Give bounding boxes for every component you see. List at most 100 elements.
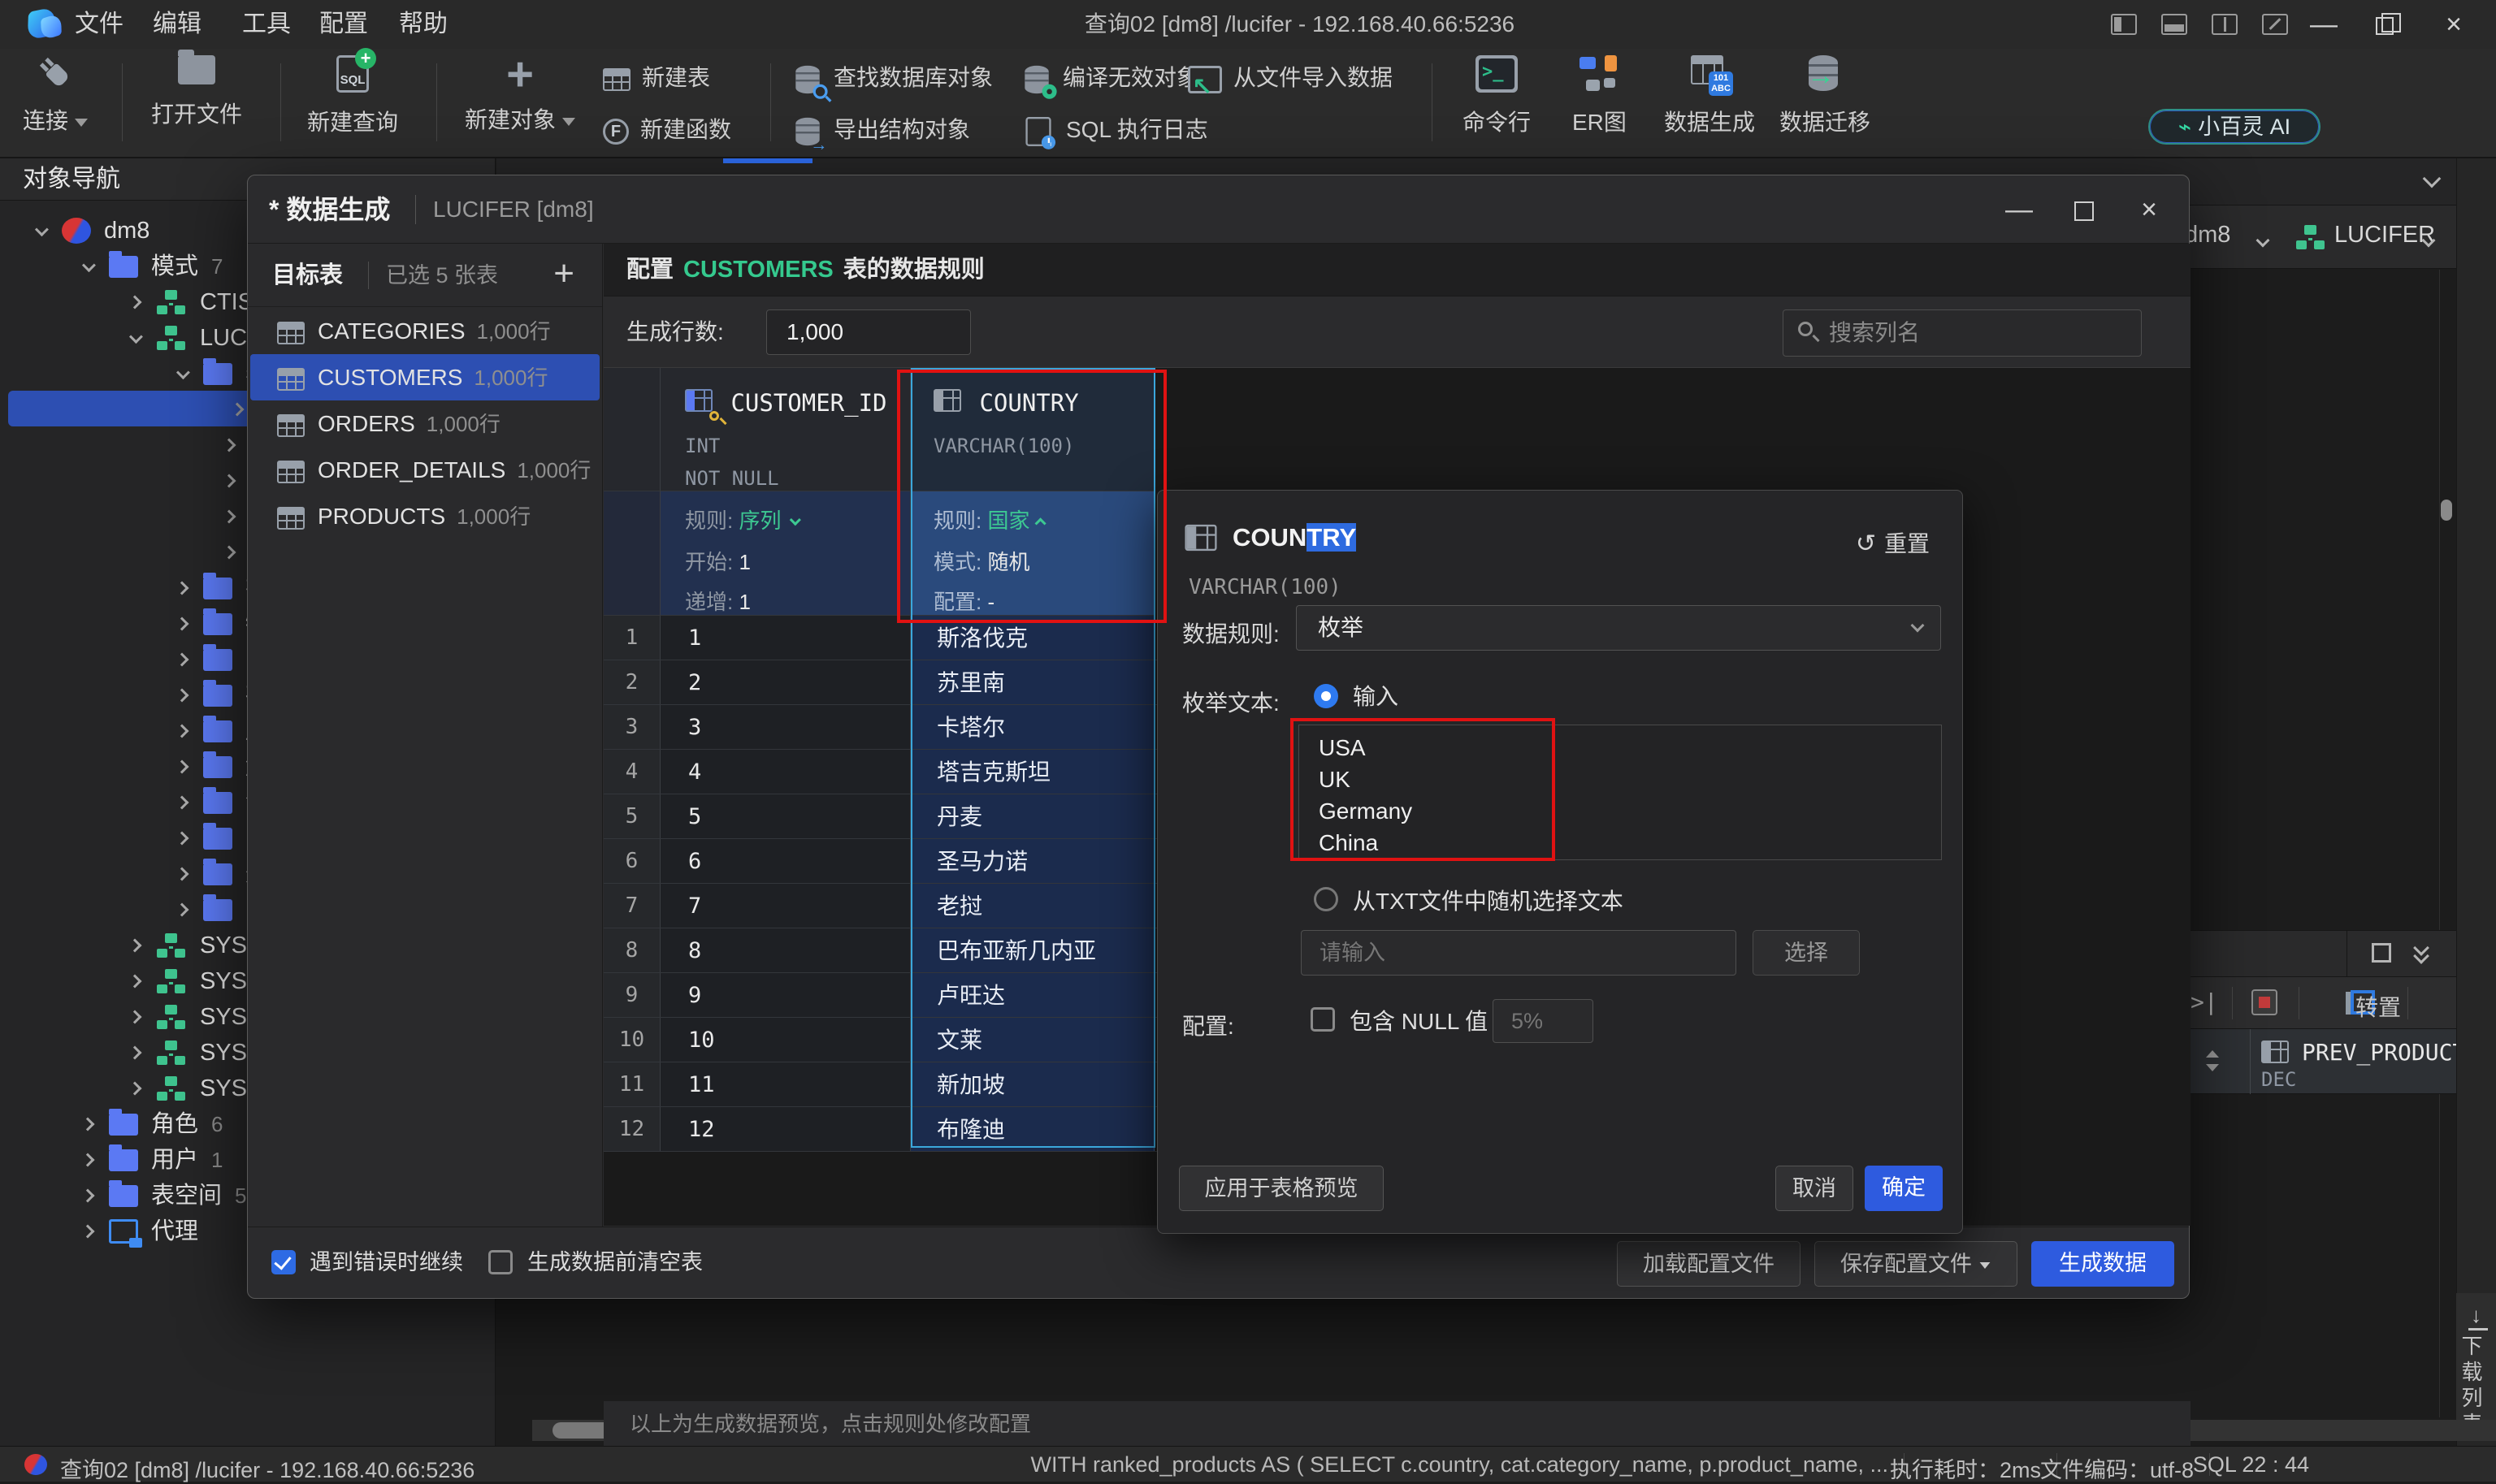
column-header-country[interactable]: COUNTRY VARCHAR(100) (911, 368, 1155, 491)
cell-country[interactable]: 丹麦 (911, 794, 1155, 838)
cell-country[interactable]: 布隆迪 (911, 1107, 1155, 1151)
menu-help[interactable]: 帮助 (392, 0, 454, 49)
menu-edit[interactable]: 编辑 (146, 0, 208, 49)
chevron-right-icon[interactable] (231, 403, 245, 417)
chevron-right-icon[interactable] (128, 975, 142, 989)
target-table-CUSTOMERS[interactable]: CUSTOMERS1,000行 (250, 354, 600, 400)
chevron-right-icon[interactable] (176, 867, 189, 881)
cell-country[interactable]: 文莱 (911, 1018, 1155, 1062)
toggle-split-icon[interactable] (2212, 14, 2238, 35)
cell-country[interactable]: 巴布亚新几内亚 (911, 928, 1155, 972)
chevron-down-icon[interactable] (82, 258, 96, 272)
load-config-button[interactable]: 加载配置文件 (1617, 1241, 1800, 1287)
generate-data-button[interactable]: 生成数据 (2031, 1241, 2174, 1287)
target-table-PRODUCTS[interactable]: PRODUCTS1,000行 (248, 493, 602, 539)
column-header-customer-id[interactable]: CUSTOMER_ID INT NOT NULL (661, 368, 911, 491)
target-table-CATEGORIES[interactable]: CATEGORIES1,000行 (248, 308, 602, 354)
chevron-right-icon[interactable] (128, 1010, 142, 1024)
goto-last-icon[interactable]: >| (2190, 989, 2218, 1015)
include-null-checkbox[interactable] (1311, 1007, 1335, 1032)
cell-customer-id[interactable]: 5 (661, 794, 911, 838)
chevron-right-icon[interactable] (81, 1153, 95, 1167)
cell-country[interactable]: 卡塔尔 (911, 705, 1155, 749)
data-migrate-button[interactable]: → 数据迁移 (1779, 55, 1870, 137)
cell-customer-id[interactable]: 1 (661, 616, 911, 660)
dialog-close-icon[interactable]: × (2123, 175, 2175, 244)
ok-button[interactable]: 确定 (1865, 1166, 1943, 1211)
clear-before-checkbox[interactable] (488, 1250, 513, 1274)
restore-button[interactable] (2360, 0, 2409, 49)
open-file-button[interactable]: 打开文件 (151, 55, 242, 129)
chevron-right-icon[interactable] (81, 1118, 95, 1131)
cell-country[interactable]: 卢旺达 (911, 973, 1155, 1017)
chevron-down-icon[interactable] (35, 223, 49, 236)
target-table-ORDER_DETAILS[interactable]: ORDER_DETAILS1,000行 (248, 447, 602, 493)
tabstrip-overflow-icon[interactable] (2425, 172, 2438, 189)
close-button[interactable]: × (2429, 0, 2478, 49)
chevron-right-icon[interactable] (176, 760, 189, 774)
include-null-label[interactable]: 包含 NULL 值 (1350, 1009, 1488, 1035)
chevron-right-icon[interactable] (223, 510, 236, 524)
chevron-right-icon[interactable] (81, 1189, 95, 1203)
compile-invalid-button[interactable]: 编译无效对象 (1022, 55, 1199, 101)
input-option-radio[interactable] (1314, 684, 1338, 708)
cell-country[interactable]: 苏里南 (911, 660, 1155, 704)
schema-selector-chevron-icon[interactable] (2424, 225, 2433, 252)
dialog-maximize-icon[interactable] (2058, 175, 2110, 244)
chevron-right-icon[interactable] (176, 725, 189, 738)
chevron-right-icon[interactable] (176, 617, 189, 631)
continue-on-error-checkbox[interactable] (271, 1250, 296, 1274)
toggle-expand-icon[interactable] (2262, 14, 2288, 35)
txt-file-option-radio[interactable] (1314, 887, 1338, 911)
cell-customer-id[interactable]: 12 (661, 1107, 911, 1151)
chevron-right-icon[interactable] (223, 474, 236, 488)
rule-cell-customer-id[interactable]: 规则: 序列 开始: 1 递增: 1 (661, 491, 911, 616)
cell-customer-id[interactable]: 3 (661, 705, 911, 749)
cell-country[interactable]: 塔吉克斯坦 (911, 750, 1155, 794)
cell-country[interactable]: 新加坡 (911, 1062, 1155, 1106)
chevron-right-icon[interactable] (128, 1082, 142, 1096)
transpose-label[interactable]: 转置 (2355, 990, 2401, 1023)
editor-vscrollbar[interactable] (2441, 500, 2452, 521)
ai-assistant-badge[interactable]: ⌁小百灵 AI (2148, 109, 2320, 145)
new-table-button[interactable]: 新建表 (603, 55, 710, 101)
rowcount-input[interactable] (766, 309, 971, 355)
chevron-right-icon[interactable] (176, 582, 189, 595)
data-rule-select[interactable]: 枚举 (1296, 605, 1941, 651)
download-list-tab[interactable]: ↓ 下载列表 (2456, 1293, 2496, 1430)
cell-customer-id[interactable]: 7 (661, 884, 911, 928)
sql-log-button[interactable]: SQL 执行日志 (1022, 107, 1208, 153)
menu-file[interactable]: 文件 (68, 0, 130, 49)
column-search-input[interactable] (1829, 310, 2130, 356)
db-selector-chevron-icon[interactable] (2258, 225, 2268, 252)
cell-customer-id[interactable]: 9 (661, 973, 911, 1017)
find-db-objects-button[interactable]: 查找数据库对象 (793, 55, 993, 101)
dialog-minimize-icon[interactable]: — (1993, 175, 2045, 244)
chevron-right-icon[interactable] (176, 903, 189, 917)
reset-button[interactable]: ↺重置 (1856, 526, 1930, 559)
cell-customer-id[interactable]: 8 (661, 928, 911, 972)
maximize-panel-icon[interactable] (2372, 943, 2391, 963)
add-table-button[interactable]: + (553, 244, 574, 304)
column-search-box[interactable] (1783, 309, 2142, 357)
rule-cell-country[interactable]: 规则: 国家 模式: 随机 配置: - (911, 491, 1155, 616)
chevron-right-icon[interactable] (176, 832, 189, 846)
chevron-right-icon[interactable] (128, 1046, 142, 1060)
chevron-right-icon[interactable] (128, 939, 142, 953)
new-function-button[interactable]: F新建函数 (603, 107, 731, 153)
data-generate-button[interactable]: 101ABC 数据生成 (1664, 55, 1755, 137)
cell-customer-id[interactable]: 11 (661, 1062, 911, 1106)
er-diagram-button[interactable]: ER图 (1572, 55, 1627, 137)
cell-customer-id[interactable]: 6 (661, 839, 911, 883)
save-config-button[interactable]: 保存配置文件 (1814, 1241, 2017, 1287)
enum-values-textarea[interactable]: USA UK Germany China (1298, 725, 1942, 860)
minimize-button[interactable]: — (2299, 0, 2348, 49)
chevron-right-icon[interactable] (128, 296, 142, 309)
cell-country[interactable]: 斯洛伐克 (911, 616, 1155, 660)
command-line-button[interactable]: 命令行 (1462, 55, 1531, 137)
cell-customer-id[interactable]: 10 (661, 1018, 911, 1062)
target-table-ORDERS[interactable]: ORDERS1,000行 (248, 400, 602, 447)
apply-preview-button[interactable]: 应用于表格预览 (1179, 1166, 1384, 1211)
menu-tools[interactable]: 工具 (236, 0, 297, 49)
export-struct-button[interactable]: →导出结构对象 (793, 107, 970, 153)
